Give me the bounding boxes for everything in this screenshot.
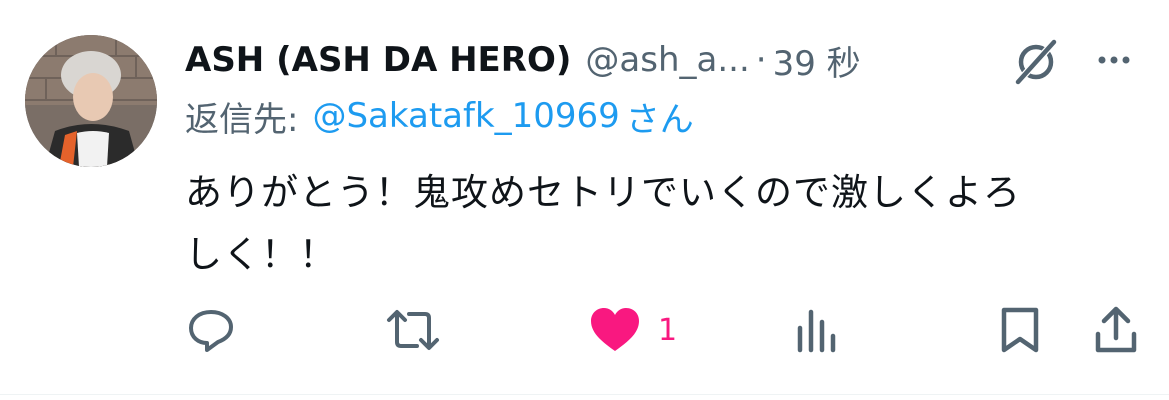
display-name[interactable]: ASH (ASH DA HERO) [185, 40, 571, 80]
reply-bubble-icon [189, 310, 233, 352]
like-count: 1 [658, 312, 678, 348]
bookmark-button[interactable] [998, 300, 1042, 360]
retweet-button[interactable] [385, 300, 441, 360]
tweet[interactable]: ASH (ASH DA HERO) @ash_a... · 39 秒 返信先: … [0, 0, 1169, 395]
timestamp[interactable]: 39 秒 [773, 36, 861, 85]
like-button[interactable]: 1 [588, 300, 677, 360]
share-button[interactable] [1092, 300, 1140, 360]
reply-button[interactable] [185, 300, 237, 360]
share-icon [1095, 306, 1137, 353]
user-handle[interactable]: @ash_a... [585, 40, 749, 80]
avatar[interactable] [25, 35, 157, 167]
views-button[interactable] [794, 300, 842, 360]
bar-chart-icon [797, 309, 836, 353]
reply-handle-link[interactable]: @Sakatafk_10969 [312, 96, 619, 136]
tweet-text: ありがとう！鬼攻めセトリでいくので激しくよろ しく！！ [185, 162, 1125, 286]
avatar-image [25, 35, 157, 167]
reply-label: 返信先: [185, 99, 299, 140]
reply-suffix: さん [625, 99, 694, 140]
heart-filled-icon [591, 308, 639, 351]
bookmark-icon [1001, 307, 1039, 353]
tweet-text-line: しく！！ [185, 233, 337, 276]
grok-icon[interactable] [1010, 36, 1062, 88]
separator-dot: · [755, 40, 767, 80]
divider [0, 394, 1169, 395]
tweet-header: ASH (ASH DA HERO) @ash_a... · 39 秒 [185, 32, 861, 88]
more-options-icon[interactable] [1090, 40, 1138, 80]
replying-to: 返信先: @Sakatafk_10969 さん [185, 92, 694, 140]
retweet-icon [387, 310, 439, 350]
action-bar: 1 [0, 300, 1169, 360]
tweet-text-line: ありがとう！鬼攻めセトリでいくので激しくよろ [185, 171, 1021, 214]
